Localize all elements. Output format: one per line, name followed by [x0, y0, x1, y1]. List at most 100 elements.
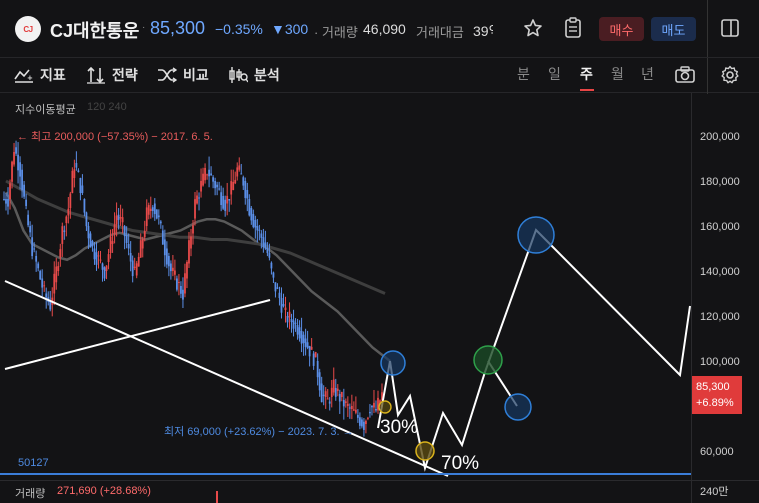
candle-body — [155, 209, 158, 219]
buy-button[interactable]: 매수 — [599, 17, 644, 41]
candle-body — [252, 214, 255, 227]
compare-label: 비교 — [183, 67, 209, 83]
analysis-label: 분석 — [254, 67, 280, 83]
candle-body — [135, 263, 138, 276]
trade-amount-label: 거래대금 — [416, 25, 464, 40]
candle-body — [258, 229, 261, 231]
candle-body — [192, 225, 194, 234]
stock-name[interactable]: CJ대한통운 — [50, 17, 139, 43]
candle-body — [103, 267, 106, 279]
candle-body — [39, 271, 42, 280]
price-axis-divider — [691, 93, 692, 503]
volume-axis-label: 240만 — [700, 486, 729, 498]
candle-body — [85, 212, 88, 227]
candle-body — [105, 265, 108, 271]
memo-icon[interactable] — [562, 17, 584, 39]
sell-button[interactable]: 매도 — [651, 17, 696, 41]
candle-body — [238, 165, 241, 170]
candle-body — [212, 177, 215, 182]
current-change-tag-value: +6.89% — [696, 397, 734, 409]
candle-body — [3, 199, 5, 200]
candlestick-chart[interactable]: 200,000 180,000 160,000 140,000 120,000 100,0… — [0, 93, 759, 480]
candle-body — [306, 342, 309, 348]
y-tick-label: 120,000 — [700, 311, 740, 323]
change-value: ▼300 — [271, 21, 309, 37]
candle-body — [286, 316, 289, 323]
candle-body — [234, 179, 237, 184]
strategy-tool[interactable]: 전략 — [86, 64, 138, 86]
candle-body — [220, 192, 223, 205]
period-minute[interactable]: 분 — [517, 64, 530, 84]
candle-body — [176, 278, 178, 290]
svg-text:+: + — [27, 74, 33, 82]
settings-gear-icon[interactable] — [719, 64, 741, 86]
side-panel-icon[interactable] — [719, 17, 741, 39]
candle-body — [276, 287, 279, 289]
candle-body — [27, 214, 30, 226]
high-annotation: ← 최고 200,000 (−57.35%) − 2017. 6. 5. — [17, 130, 213, 143]
candle-body — [352, 409, 355, 411]
ma-120-line — [4, 191, 391, 362]
candle-body — [334, 388, 337, 397]
candle-body — [348, 407, 351, 409]
price-chart-area[interactable]: 지수이동평균 120 240 200,000 180,000 160,000 140,… — [0, 93, 759, 503]
candle-body — [350, 405, 353, 409]
period-month[interactable]: 월 — [611, 64, 624, 84]
period-day[interactable]: 일 — [548, 64, 561, 84]
candle-body — [328, 401, 331, 404]
candle-body — [282, 304, 285, 307]
volume-panel[interactable]: 거래량 271,690 (+28.68%) 240만 — [0, 480, 759, 503]
candle-body — [196, 195, 198, 204]
candle-body — [248, 199, 251, 216]
candle-body — [153, 203, 156, 214]
volume-label-text: 거래량 — [321, 25, 358, 40]
y-tick-label: 140,000 — [700, 266, 740, 278]
candle-body — [131, 260, 134, 277]
candle-body — [222, 196, 225, 209]
candle-body — [75, 163, 78, 168]
compare-tool[interactable]: 비교 — [157, 64, 209, 86]
candle-body — [121, 217, 124, 223]
candle-body — [21, 169, 23, 191]
candle-body — [375, 409, 377, 411]
candle-body — [342, 400, 345, 407]
change-percent: −0.35% — [215, 21, 263, 37]
candle-body — [19, 162, 21, 177]
candle-body — [119, 217, 122, 219]
candle-body — [292, 320, 295, 329]
candle-body — [322, 394, 325, 396]
camera-icon[interactable] — [674, 64, 696, 86]
candle-body — [63, 230, 66, 232]
favorite-star-icon[interactable] — [522, 17, 544, 39]
candle-body — [226, 195, 229, 204]
candle-body — [232, 181, 235, 190]
y-tick-label: 160,000 — [700, 221, 740, 233]
candle-body — [304, 338, 307, 347]
current-price-tag-value: 85,300 — [696, 381, 730, 393]
candle-body — [365, 420, 367, 424]
candle-body — [202, 173, 204, 186]
candle-body — [151, 207, 154, 211]
candle-body — [190, 236, 192, 249]
indicator-tool[interactable]: + 지표 — [14, 64, 66, 86]
period-year[interactable]: 년 — [641, 64, 654, 84]
candle-body — [318, 372, 321, 391]
candle-body — [218, 188, 221, 190]
pct-70-label: 70% — [441, 453, 479, 474]
candle-body — [125, 235, 128, 244]
candle-body — [127, 244, 130, 249]
circle-marker-yellow-small — [378, 400, 392, 414]
candle-body — [250, 208, 253, 221]
low-annotation: 최저 69,000 (+23.62%) − 2023. 7. 3. → — [164, 425, 354, 438]
analysis-tool[interactable]: 분석 — [228, 64, 280, 86]
candle-body — [206, 174, 208, 176]
candle-body — [149, 208, 152, 211]
candle-body — [268, 253, 271, 258]
period-week[interactable]: 주 — [580, 64, 593, 84]
candle-body — [358, 417, 361, 426]
candle-body — [157, 215, 160, 218]
candle-body — [29, 226, 32, 233]
candle-body — [356, 415, 359, 418]
candle-body — [224, 199, 227, 211]
candle-body — [336, 388, 339, 391]
